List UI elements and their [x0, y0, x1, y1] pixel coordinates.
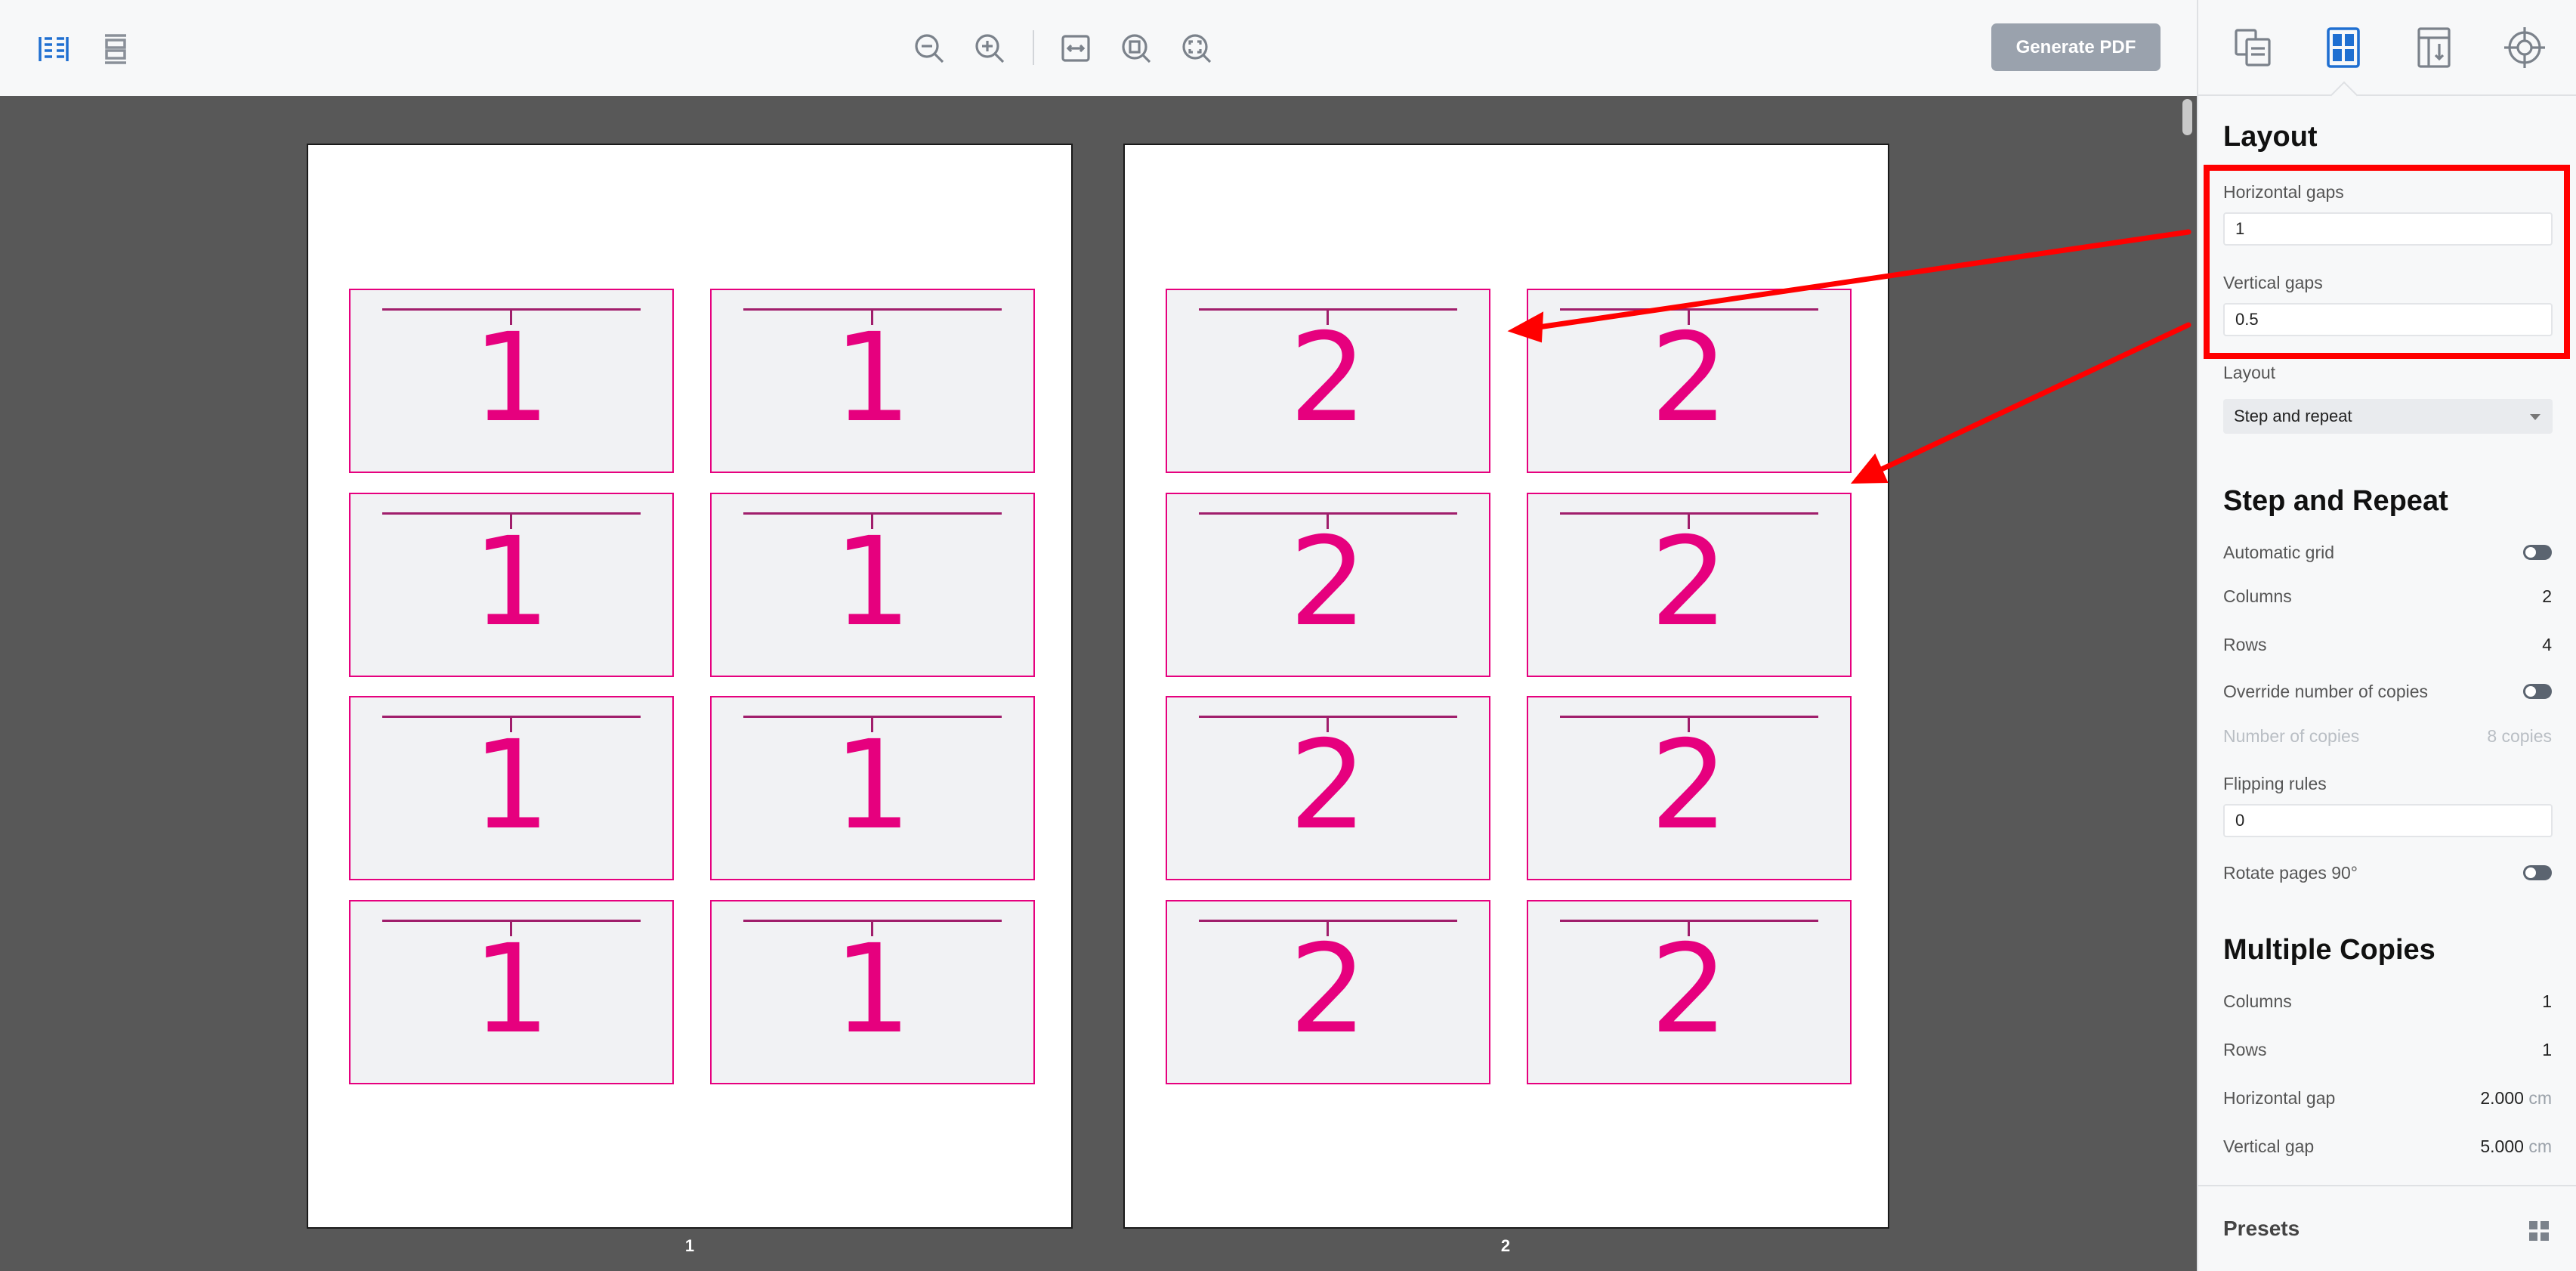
toolbar: Generate PDF	[0, 0, 2197, 97]
card: 1	[710, 493, 1035, 677]
mc-rows-label: Rows	[2223, 1040, 2267, 1059]
page-number-label: 2	[1500, 1236, 1511, 1255]
card: 1	[349, 493, 674, 677]
zoom-in-icon[interactable]	[970, 29, 1009, 68]
generate-pdf-button[interactable]: Generate PDF	[1991, 23, 2161, 71]
two-page-view-icon[interactable]	[35, 30, 73, 68]
toolbar-separator	[1033, 30, 1034, 65]
pages-tab-icon[interactable]	[2227, 21, 2280, 74]
presets-title: Presets	[2223, 1217, 2300, 1240]
flipping-rules-label: Flipping rules	[2223, 774, 2327, 793]
page-2: 2 2 2 2 2 2 2 2	[1123, 144, 1889, 1229]
card: 1	[710, 289, 1035, 473]
card: 1	[349, 696, 674, 880]
step-repeat-section-title: Step and Repeat	[2223, 485, 2448, 517]
vertical-gaps-input[interactable]	[2223, 303, 2553, 336]
page-1: 1 1 1 1 1 1 1 1	[307, 144, 1073, 1229]
presets-bar[interactable]: Presets	[2198, 1185, 2576, 1271]
card-number: 2	[1289, 919, 1367, 1061]
card: 2	[1166, 696, 1490, 880]
multiple-copies-section-title: Multiple Copies	[2223, 934, 2435, 966]
automatic-grid-toggle[interactable]	[2523, 545, 2552, 560]
rotate-pages-toggle[interactable]	[2523, 865, 2552, 880]
card-number: 2	[1650, 308, 1728, 450]
card-number: 2	[1289, 512, 1367, 654]
card: 2	[1166, 493, 1490, 677]
layout-tab-icon[interactable]	[2317, 21, 2370, 74]
card-number: 2	[1650, 715, 1728, 857]
override-copies-label: Override number of copies	[2223, 682, 2429, 701]
grid-icon[interactable]	[2528, 1220, 2550, 1246]
mc-columns-value[interactable]: 1	[2542, 991, 2552, 1012]
vertical-gaps-label: Vertical gaps	[2223, 273, 2323, 292]
card: 1	[710, 900, 1035, 1084]
preview-scrollbar[interactable]	[2182, 99, 2192, 135]
registration-tab-icon[interactable]	[2498, 21, 2551, 74]
sr-rows-label: Rows	[2223, 635, 2267, 654]
card-number: 1	[833, 308, 912, 450]
card-number: 1	[833, 512, 912, 654]
card: 1	[349, 289, 674, 473]
fit-page-icon[interactable]	[1117, 29, 1156, 68]
card-number: 1	[472, 512, 551, 654]
unit-label: cm	[2528, 1088, 2552, 1108]
mc-vgap-number: 5.000	[2480, 1136, 2524, 1156]
panel-tabs	[2198, 0, 2576, 110]
card-number: 2	[1289, 308, 1367, 450]
card: 1	[349, 900, 674, 1084]
mc-hgap-label: Horizontal gap	[2223, 1088, 2336, 1108]
mc-vgap-label: Vertical gap	[2223, 1136, 2315, 1156]
sr-rows-value[interactable]: 4	[2542, 635, 2552, 655]
card-number: 1	[833, 919, 912, 1061]
single-page-view-icon[interactable]	[97, 30, 134, 68]
unit-label: cm	[2528, 1136, 2552, 1156]
mc-rows-value[interactable]: 1	[2542, 1040, 2552, 1060]
layout-type-select[interactable]: Step and repeat	[2223, 399, 2553, 434]
active-tab-pointer	[2330, 81, 2358, 110]
card-number: 1	[472, 715, 551, 857]
sr-columns-label: Columns	[2223, 586, 2292, 606]
chevron-down-icon	[2530, 414, 2540, 420]
layout-type-label: Layout	[2223, 363, 2276, 382]
card-number: 1	[472, 919, 551, 1061]
layout-type-value: Step and repeat	[2234, 407, 2352, 425]
flipping-rules-input[interactable]	[2223, 804, 2553, 837]
settings-panel: Layout Horizontal gaps Vertical gaps Lay…	[2197, 0, 2576, 1271]
layout-section-title: Layout	[2223, 121, 2318, 153]
horizontal-gaps-label: Horizontal gaps	[2223, 182, 2344, 202]
card-number: 1	[833, 715, 912, 857]
page-number-label: 1	[684, 1236, 695, 1255]
actual-size-icon[interactable]	[1177, 29, 1216, 68]
card: 1	[710, 696, 1035, 880]
card-number: 2	[1289, 715, 1367, 857]
card: 2	[1527, 493, 1852, 677]
sr-columns-value[interactable]: 2	[2542, 586, 2552, 607]
mc-columns-label: Columns	[2223, 991, 2292, 1011]
card-number: 2	[1650, 919, 1728, 1061]
automatic-grid-label: Automatic grid	[2223, 543, 2335, 562]
number-of-copies-label: Number of copies	[2223, 726, 2360, 746]
mc-hgap-number: 2.000	[2480, 1088, 2524, 1108]
mc-hgap-value[interactable]: 2.000 cm	[2480, 1088, 2552, 1109]
override-copies-toggle[interactable]	[2523, 684, 2552, 699]
card: 2	[1166, 289, 1490, 473]
card-number: 1	[472, 308, 551, 450]
fit-width-icon[interactable]	[1056, 29, 1095, 68]
horizontal-gaps-input[interactable]	[2223, 212, 2553, 246]
zoom-out-icon[interactable]	[910, 29, 949, 68]
rotate-pages-label: Rotate pages 90°	[2223, 863, 2358, 883]
number-of-copies-value: 8 copies	[2487, 726, 2552, 746]
mc-vgap-value[interactable]: 5.000 cm	[2480, 1136, 2552, 1157]
card: 2	[1527, 900, 1852, 1084]
card-number: 2	[1650, 512, 1728, 654]
card: 2	[1527, 696, 1852, 880]
marks-tab-icon[interactable]	[2408, 21, 2460, 74]
card: 2	[1527, 289, 1852, 473]
card: 2	[1166, 900, 1490, 1084]
